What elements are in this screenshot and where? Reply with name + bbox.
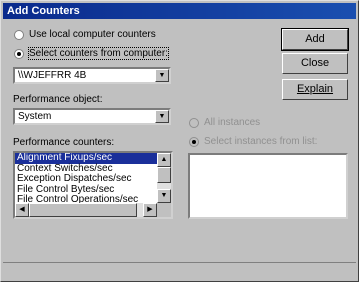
add-counters-dialog: Add Counters Use local computer counters… [0, 0, 359, 282]
local-computer-label[interactable]: Use local computer counters [29, 29, 156, 40]
performance-object-select[interactable]: System ▼ [13, 108, 171, 125]
remote-computer-radio[interactable] [14, 49, 24, 59]
explain-button[interactable]: Explain [282, 79, 348, 100]
scroll-left-icon[interactable]: ◀ [15, 203, 29, 217]
hscroll-thumb[interactable] [29, 203, 137, 217]
dialog-bottom-area [3, 262, 356, 280]
all-instances-radio[interactable] [189, 118, 199, 128]
select-instances-label: Select instances from list: [204, 136, 318, 147]
add-button[interactable]: Add [281, 28, 349, 51]
computer-select[interactable]: \\WJEFFRR 4B ▼ [13, 67, 171, 84]
dialog-title: Add Counters [3, 3, 356, 19]
performance-counters-label: Performance counters: [13, 137, 115, 148]
counters-listbox[interactable]: Alignment Fixups/sec Context Switches/sec… [13, 151, 173, 219]
instances-listbox[interactable] [188, 153, 348, 219]
explain-label: Explain [296, 83, 334, 95]
chevron-down-icon[interactable]: ▼ [155, 110, 169, 123]
horizontal-scrollbar[interactable]: ◀ ▶ [15, 203, 157, 217]
scroll-corner [157, 203, 171, 217]
performance-object-label: Performance object: [13, 94, 103, 105]
chevron-down-icon[interactable]: ▼ [155, 69, 169, 82]
vertical-scrollbar[interactable]: ▲ ▼ [157, 153, 171, 203]
remote-computer-label[interactable]: Select counters from computer: [28, 47, 169, 60]
select-instances-radio[interactable] [189, 137, 199, 147]
scroll-down-icon[interactable]: ▼ [157, 189, 171, 203]
computer-value: \\WJEFFRR 4B [18, 70, 87, 81]
all-instances-label: All instances [204, 117, 261, 128]
scroll-right-icon[interactable]: ▶ [143, 203, 157, 217]
scroll-thumb[interactable] [157, 167, 171, 183]
local-computer-radio[interactable] [14, 30, 24, 40]
performance-object-value: System [18, 111, 52, 122]
scroll-up-icon[interactable]: ▲ [157, 153, 171, 167]
close-button[interactable]: Close [282, 53, 348, 74]
counter-list-item[interactable]: Exception Dispatches/sec [15, 173, 171, 185]
counter-list-item[interactable]: Alignment Fixups/sec [15, 153, 171, 164]
